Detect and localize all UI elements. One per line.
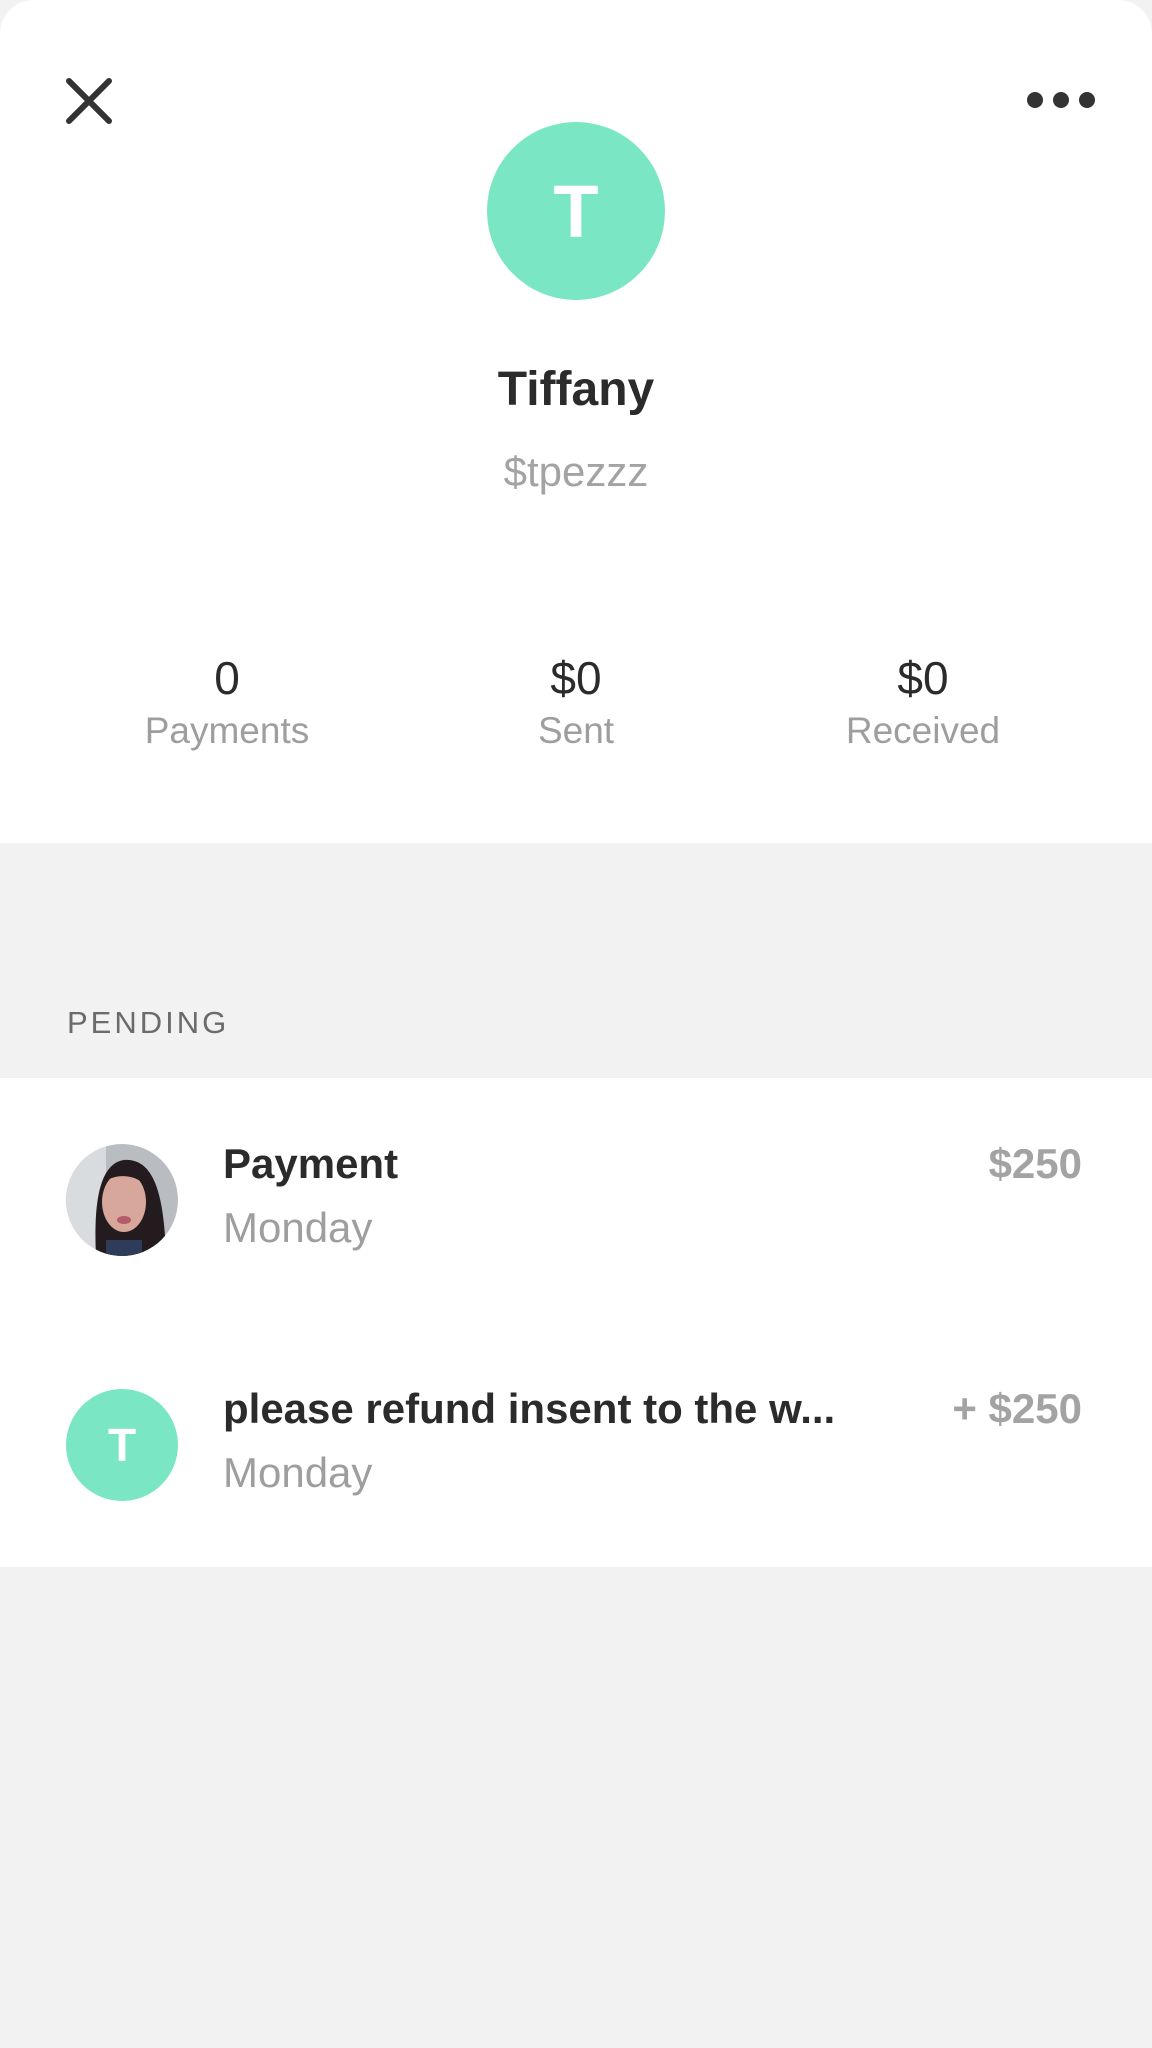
profile-card: T Tiffany $tpezzz 0 Payments $0 Sent $0 … xyxy=(0,0,1152,843)
list-item-subtitle: Monday xyxy=(223,1204,373,1251)
list-item-amount: $250 xyxy=(988,1140,1082,1187)
photo-avatar xyxy=(66,1144,178,1256)
profile-avatar-letter: T xyxy=(553,169,599,253)
stat-received-label: Received xyxy=(845,710,1001,751)
list-item-amount: + $250 xyxy=(952,1385,1082,1432)
list-item-title: Payment xyxy=(223,1140,399,1187)
list-item[interactable]: T please refund insent to the w... Monda… xyxy=(0,1323,1152,1523)
list-item-title: please refund insent to the w... xyxy=(223,1385,836,1432)
pending-list: Payment Monday $250 T please refund inse… xyxy=(0,1078,1152,1567)
stat-sent-value: $0 xyxy=(550,652,602,704)
stat-received-value: $0 xyxy=(897,652,949,704)
list-item-subtitle: Monday xyxy=(223,1449,373,1496)
close-icon xyxy=(66,78,112,124)
letter-avatar-letter: T xyxy=(107,1419,137,1471)
stat-sent-label: Sent xyxy=(537,710,615,751)
list-item[interactable]: Payment Monday $250 xyxy=(0,1078,1152,1278)
pending-section-header: PENDING xyxy=(67,1005,230,1040)
profile-avatar: T xyxy=(487,122,665,300)
photo-avatar-image xyxy=(66,1144,178,1256)
stat-payments-label: Payments xyxy=(144,710,310,751)
stat-sent: $0 Sent xyxy=(416,650,736,756)
letter-avatar: T xyxy=(66,1389,178,1501)
close-button[interactable] xyxy=(58,70,120,132)
more-options-icon xyxy=(1027,92,1095,108)
more-options-button[interactable] xyxy=(1020,80,1102,120)
stat-received: $0 Received xyxy=(763,650,1083,756)
profile-handle: $tpezzz xyxy=(503,448,649,495)
profile-name: Tiffany xyxy=(497,363,655,416)
stat-payments: 0 Payments xyxy=(67,650,387,756)
stat-payments-value: 0 xyxy=(214,652,240,704)
